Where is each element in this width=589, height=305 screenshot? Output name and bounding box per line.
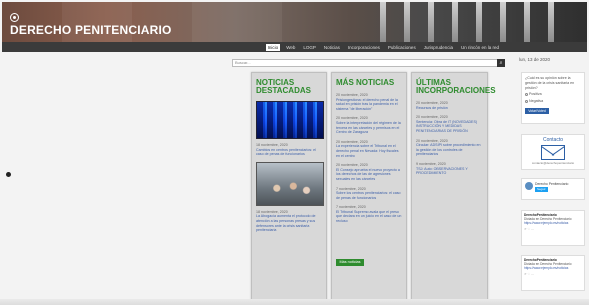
- tweet-actions[interactable]: ↺ ♡ ⋯: [524, 272, 582, 276]
- nav-item-jurisprudencia[interactable]: Jurisprudencia: [422, 44, 455, 51]
- list-item[interactable]: 18 noviembre, 2020 La Abogacía aumenta e…: [256, 210, 322, 233]
- list-item[interactable]: 7 noviembre, 2020 Sobre los centros peni…: [336, 187, 402, 201]
- list-item[interactable]: 20 noviembre, 2020 Sobre la interpretaci…: [336, 116, 402, 134]
- contact-widget[interactable]: Contacto contacto@derechopenitenciario: [521, 134, 585, 170]
- item-text[interactable]: El Tribunal Supremo avala que el preso q…: [336, 210, 401, 223]
- search-input[interactable]: Buscar...: [232, 59, 505, 67]
- tweet-card: DerechoPenitenciario Dictada en Derecho …: [521, 255, 585, 291]
- item-text[interactable]: Cambios en centros penitenciarios: el ca…: [256, 148, 316, 157]
- nav-item-publicaciones[interactable]: Publicaciones: [386, 44, 418, 51]
- contact-email[interactable]: contacto@derechopenitenciario: [522, 161, 584, 165]
- poll-option-label: Positiva: [529, 92, 542, 97]
- column-title: ÚLTIMAS INCORPORACIONES: [416, 78, 496, 95]
- item-text[interactable]: Prisiongestiona: el derecho penal de la …: [336, 98, 398, 111]
- tweet-link[interactable]: https://www.ejemplo.es/noticias: [524, 221, 582, 225]
- item-text[interactable]: Sentencia: Obra de IT (NOVEDADES) INSTRU…: [416, 120, 477, 133]
- page-bottom-edge: [0, 299, 589, 305]
- twitter-follow-button[interactable]: Seguir: [535, 187, 548, 192]
- column-ultimas-incorporaciones: ÚLTIMAS INCORPORACIONES 20 noviembre, 20…: [411, 72, 496, 300]
- tweet-card: DerechoPenitenciario Dictada en Derecho …: [521, 210, 585, 246]
- list-item[interactable]: 20 noviembre, 2020 El Consejo aprueba el…: [336, 163, 402, 181]
- logo-icon: [10, 13, 19, 22]
- poll-option[interactable]: Negativa: [525, 99, 581, 104]
- featured-news-image[interactable]: [256, 101, 324, 139]
- poll-option[interactable]: Positiva: [525, 92, 581, 97]
- envelope-icon: [541, 145, 565, 160]
- twitter-widget: Derecho Penitenciario Seguir: [521, 178, 585, 200]
- poll-question: ¿Cuál es su opinión sobre la gestión de …: [525, 76, 575, 90]
- list-item[interactable]: 20 noviembre, 2020 Prisiongestiona: el d…: [336, 93, 402, 111]
- column-noticias-destacadas: NOTICIAS DESTACADAS 18 noviembre, 2020 C…: [251, 72, 327, 300]
- vote-button[interactable]: Votar/Voted: [525, 107, 549, 114]
- tweet-link[interactable]: https://www.ejemplo.es/noticias: [524, 266, 582, 270]
- item-text[interactable]: TSJ: Auto: OBSERVACIONES Y PROCEDIMIENTO: [416, 167, 468, 176]
- item-text[interactable]: Sobre la interpretación del régimen de l…: [336, 121, 401, 134]
- list-item[interactable]: 20 noviembre, 2020 Sentencia: Obra de IT…: [416, 115, 483, 133]
- column-mas-noticias: MÁS NOTICIAS 20 noviembre, 2020 Prisiong…: [331, 72, 407, 300]
- list-item[interactable]: 9 noviembre, 2020 TSJ: Auto: OBSERVACION…: [416, 162, 483, 176]
- column-title: NOTICIAS DESTACADAS: [256, 78, 311, 95]
- item-text[interactable]: Recursos de prisión: [416, 106, 448, 110]
- tweet-actions[interactable]: ↺ ♡ ⋯: [524, 227, 582, 231]
- search-button[interactable]: ⌕: [497, 59, 505, 67]
- radio-icon[interactable]: [525, 100, 528, 104]
- page-frame: DERECHO PENITENCIARIO Inicio Web LOGP No…: [0, 0, 589, 305]
- scroll-left-icon[interactable]: [6, 172, 11, 177]
- prison-bars-image: [372, 2, 587, 42]
- poll-option-label: Negativa: [529, 99, 544, 104]
- item-text[interactable]: La Abogacía aumenta el protocolo de aten…: [256, 214, 316, 232]
- nav-item-logp[interactable]: LOGP: [301, 44, 318, 51]
- item-text[interactable]: La experiencia sobre el Tribunal en el d…: [336, 144, 399, 157]
- list-item[interactable]: 20 noviembre, 2020 Recursos de prisión: [416, 101, 483, 110]
- site-header: DERECHO PENITENCIARIO: [2, 2, 587, 42]
- radio-icon[interactable]: [525, 93, 528, 97]
- nav-item-incorporaciones[interactable]: Incorporaciones: [346, 44, 382, 51]
- nav-item-web[interactable]: Web: [284, 44, 297, 51]
- twitter-avatar: [525, 182, 533, 190]
- site-logo[interactable]: [10, 13, 19, 22]
- featured-news-image[interactable]: [256, 161, 324, 206]
- item-text[interactable]: El Consejo aprueba el nuevo proyecto a l…: [336, 168, 400, 181]
- column-title: MÁS NOTICIAS: [336, 78, 395, 87]
- nav-item-noticias[interactable]: Noticias: [322, 44, 342, 51]
- more-news-button[interactable]: Más noticias: [336, 259, 364, 266]
- item-text[interactable]: Circular: ADSIPI sobre procedimiento en …: [416, 143, 481, 156]
- main-nav: Inicio Web LOGP Noticias Incorporaciones…: [2, 42, 587, 52]
- header-date: lun, 13 de 2020: [519, 57, 551, 62]
- list-item[interactable]: 18 noviembre, 2020 Cambios en centros pe…: [256, 143, 322, 157]
- list-item[interactable]: 7 noviembre, 2020 El Tribunal Supremo av…: [336, 205, 402, 223]
- list-item[interactable]: 20 noviembre, 2020 Circular: ADSIPI sobr…: [416, 139, 483, 157]
- contact-label: Contacto: [542, 137, 563, 143]
- nav-item-inicio[interactable]: Inicio: [265, 43, 281, 51]
- list-item[interactable]: 20 noviembre, 2020 La experiencia sobre …: [336, 140, 402, 158]
- site-title[interactable]: DERECHO PENITENCIARIO: [10, 23, 172, 37]
- nav-item-rincon[interactable]: Un rincón en la red: [459, 44, 501, 51]
- poll-widget: ¿Cuál es su opinión sobre la gestión de …: [521, 72, 585, 124]
- twitter-account-name: Derecho Penitenciario: [535, 182, 569, 186]
- search-icon: ⌕: [499, 60, 503, 66]
- item-text[interactable]: Sobre los centros penitenciarios: el cas…: [336, 191, 401, 200]
- header-texture: [192, 2, 282, 42]
